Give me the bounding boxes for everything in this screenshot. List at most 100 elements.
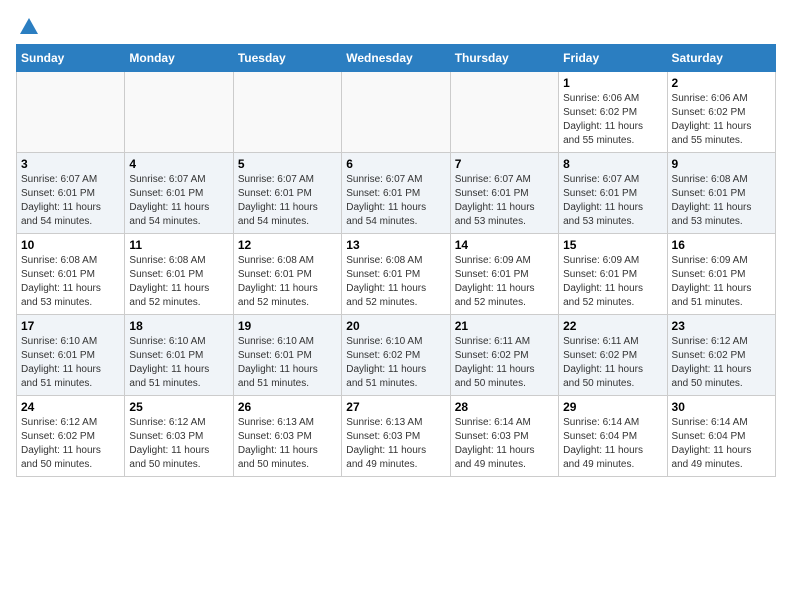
calendar-table: SundayMondayTuesdayWednesdayThursdayFrid… (16, 44, 776, 477)
calendar-day-cell: 18 Sunrise: 6:10 AM Sunset: 6:01 PM Dayli… (125, 315, 233, 396)
day-number: 1 (563, 76, 662, 90)
calendar-day-cell: 22Sunrise: 6:11 AM Sunset: 6:02 PM Dayli… (559, 315, 667, 396)
weekday-header: Friday (559, 45, 667, 72)
calendar-day-cell (125, 72, 233, 153)
calendar-week-row: 1 Sunrise: 6:06 AM Sunset: 6:02 PM Daylig… (17, 72, 776, 153)
day-number: 6 (346, 157, 445, 171)
weekday-header: Saturday (667, 45, 775, 72)
day-info: Sunrise: 6:08 AM Sunset: 6:01 PM Dayligh… (672, 173, 771, 229)
calendar-day-cell: 3Sunrise: 6:07 AM Sunset: 6:01 PM Daylig… (17, 153, 125, 234)
day-info: Sunrise: 6:14 AM Sunset: 6:04 PM Dayligh… (672, 416, 771, 472)
day-number: 9 (672, 157, 771, 171)
day-info: Sunrise: 6:09 AM Sunset: 6:01 PM Dayligh… (672, 254, 771, 310)
day-number: 4 (129, 157, 228, 171)
day-number: 20 (346, 319, 445, 333)
day-number: 10 (21, 238, 120, 252)
day-number: 26 (238, 400, 337, 414)
calendar-day-cell: 2 Sunrise: 6:06 AM Sunset: 6:02 PM Daylig… (667, 72, 775, 153)
page-header (16, 16, 776, 34)
calendar-day-cell: 5 Sunrise: 6:07 AM Sunset: 6:01 PM Daylig… (233, 153, 341, 234)
day-number: 11 (129, 238, 228, 252)
calendar-day-cell: 17Sunrise: 6:10 AM Sunset: 6:01 PM Dayli… (17, 315, 125, 396)
day-info: Sunrise: 6:07 AM Sunset: 6:01 PM Dayligh… (563, 173, 662, 229)
day-info: Sunrise: 6:09 AM Sunset: 6:01 PM Dayligh… (455, 254, 554, 310)
logo (16, 16, 40, 34)
weekday-header: Tuesday (233, 45, 341, 72)
day-number: 14 (455, 238, 554, 252)
calendar-day-cell: 21 Sunrise: 6:11 AM Sunset: 6:02 PM Dayli… (450, 315, 558, 396)
day-info: Sunrise: 6:07 AM Sunset: 6:01 PM Dayligh… (129, 173, 228, 229)
day-number: 8 (563, 157, 662, 171)
calendar-day-cell (233, 72, 341, 153)
calendar-week-row: 17 Sunrise: 6:10 AM Sunset: 6:01 PM Dayli… (17, 315, 776, 396)
day-info: Sunrise: 6:14 AM Sunset: 6:04 PM Dayligh… (563, 416, 662, 472)
calendar-day-cell: 13Sunrise: 6:08 AM Sunset: 6:01 PM Dayli… (342, 234, 450, 315)
day-info: Sunrise: 6:08 AM Sunset: 6:01 PM Dayligh… (21, 254, 120, 310)
day-number: 25 (129, 400, 228, 414)
day-info: Sunrise: 6:12 AM Sunset: 6:02 PM Dayligh… (672, 335, 771, 391)
day-number: 13 (346, 238, 445, 252)
calendar-day-cell: 9 Sunrise: 6:08 AM Sunset: 6:01 PM Daylig… (667, 153, 775, 234)
calendar-header-row: SundayMondayTuesdayWednesdayThursdayFrid… (17, 45, 776, 72)
day-number: 28 (455, 400, 554, 414)
calendar-day-cell (342, 72, 450, 153)
day-number: 17 (21, 319, 120, 333)
day-number: 16 (672, 238, 771, 252)
day-number: 5 (238, 157, 337, 171)
calendar-day-cell: 29 Sunrise: 6:14 AM Sunset: 6:04 PM Dayli… (559, 396, 667, 477)
day-info: Sunrise: 6:08 AM Sunset: 6:01 PM Dayligh… (238, 254, 337, 310)
day-number: 21 (455, 319, 554, 333)
day-info: Sunrise: 6:09 AM Sunset: 6:01 PM Dayligh… (563, 254, 662, 310)
day-number: 23 (672, 319, 771, 333)
day-number: 15 (563, 238, 662, 252)
calendar-day-cell: 30 Sunrise: 6:14 AM Sunset: 6:04 PM Dayli… (667, 396, 775, 477)
day-info: Sunrise: 6:10 AM Sunset: 6:01 PM Dayligh… (129, 335, 228, 391)
calendar-day-cell (17, 72, 125, 153)
day-number: 30 (672, 400, 771, 414)
calendar-day-cell: 27Sunrise: 6:13 AM Sunset: 6:03 PM Dayli… (342, 396, 450, 477)
calendar-day-cell: 4 Sunrise: 6:07 AM Sunset: 6:01 PM Daylig… (125, 153, 233, 234)
day-info: Sunrise: 6:13 AM Sunset: 6:03 PM Dayligh… (346, 416, 445, 472)
day-info: Sunrise: 6:06 AM Sunset: 6:02 PM Dayligh… (563, 92, 662, 148)
calendar-day-cell: 15 Sunrise: 6:09 AM Sunset: 6:01 PM Dayli… (559, 234, 667, 315)
day-info: Sunrise: 6:12 AM Sunset: 6:03 PM Dayligh… (129, 416, 228, 472)
day-info: Sunrise: 6:10 AM Sunset: 6:01 PM Dayligh… (238, 335, 337, 391)
calendar-day-cell: 24Sunrise: 6:12 AM Sunset: 6:02 PM Dayli… (17, 396, 125, 477)
day-info: Sunrise: 6:08 AM Sunset: 6:01 PM Dayligh… (129, 254, 228, 310)
day-number: 18 (129, 319, 228, 333)
day-info: Sunrise: 6:06 AM Sunset: 6:02 PM Dayligh… (672, 92, 771, 148)
day-info: Sunrise: 6:13 AM Sunset: 6:03 PM Dayligh… (238, 416, 337, 472)
day-info: Sunrise: 6:10 AM Sunset: 6:02 PM Dayligh… (346, 335, 445, 391)
weekday-header: Thursday (450, 45, 558, 72)
day-info: Sunrise: 6:07 AM Sunset: 6:01 PM Dayligh… (21, 173, 120, 229)
logo-icon (18, 16, 40, 38)
day-info: Sunrise: 6:11 AM Sunset: 6:02 PM Dayligh… (455, 335, 554, 391)
calendar-day-cell: 8 Sunrise: 6:07 AM Sunset: 6:01 PM Daylig… (559, 153, 667, 234)
day-info: Sunrise: 6:14 AM Sunset: 6:03 PM Dayligh… (455, 416, 554, 472)
calendar-day-cell: 26 Sunrise: 6:13 AM Sunset: 6:03 PM Dayli… (233, 396, 341, 477)
day-number: 12 (238, 238, 337, 252)
calendar-day-cell: 14 Sunrise: 6:09 AM Sunset: 6:01 PM Dayli… (450, 234, 558, 315)
calendar-day-cell: 28 Sunrise: 6:14 AM Sunset: 6:03 PM Dayli… (450, 396, 558, 477)
weekday-header: Wednesday (342, 45, 450, 72)
weekday-header: Sunday (17, 45, 125, 72)
calendar-day-cell: 10 Sunrise: 6:08 AM Sunset: 6:01 PM Dayli… (17, 234, 125, 315)
day-number: 19 (238, 319, 337, 333)
calendar-day-cell: 11 Sunrise: 6:08 AM Sunset: 6:01 PM Dayli… (125, 234, 233, 315)
day-number: 29 (563, 400, 662, 414)
day-info: Sunrise: 6:07 AM Sunset: 6:01 PM Dayligh… (238, 173, 337, 229)
day-number: 7 (455, 157, 554, 171)
calendar-week-row: 24Sunrise: 6:12 AM Sunset: 6:02 PM Dayli… (17, 396, 776, 477)
calendar-day-cell: 23 Sunrise: 6:12 AM Sunset: 6:02 PM Dayli… (667, 315, 775, 396)
calendar-day-cell: 19 Sunrise: 6:10 AM Sunset: 6:01 PM Dayli… (233, 315, 341, 396)
calendar-day-cell: 25 Sunrise: 6:12 AM Sunset: 6:03 PM Dayli… (125, 396, 233, 477)
day-number: 22 (563, 319, 662, 333)
calendar-day-cell: 7Sunrise: 6:07 AM Sunset: 6:01 PM Daylig… (450, 153, 558, 234)
calendar-day-cell (450, 72, 558, 153)
weekday-header: Monday (125, 45, 233, 72)
calendar-day-cell: 6 Sunrise: 6:07 AM Sunset: 6:01 PM Daylig… (342, 153, 450, 234)
day-number: 2 (672, 76, 771, 90)
day-info: Sunrise: 6:07 AM Sunset: 6:01 PM Dayligh… (346, 173, 445, 229)
day-info: Sunrise: 6:12 AM Sunset: 6:02 PM Dayligh… (21, 416, 120, 472)
calendar-day-cell: 20 Sunrise: 6:10 AM Sunset: 6:02 PM Dayli… (342, 315, 450, 396)
